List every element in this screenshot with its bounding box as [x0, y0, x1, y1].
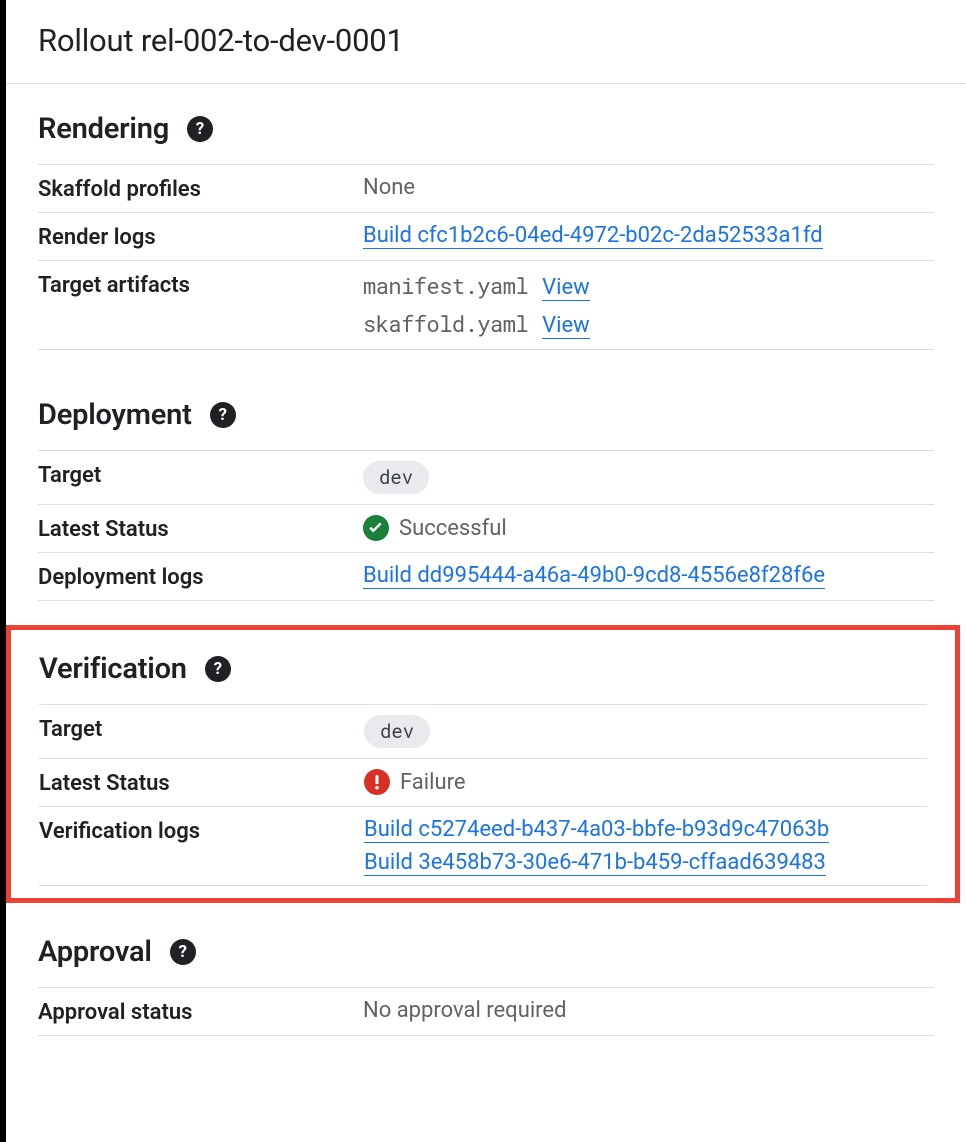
deployment-logs-link[interactable]: Build dd995444-a46a-49b0-9cd8-4556e8f28f… [363, 563, 825, 589]
verification-log-link[interactable]: Build 3e458b73-30e6-471b-b459-cffaad6394… [364, 850, 826, 876]
artifact-filename: manifest.yaml [363, 271, 528, 300]
deployment-status-label: Latest Status [38, 515, 363, 542]
artifact-row: skaffold.yaml View [363, 309, 934, 339]
error-circle-icon [364, 769, 390, 795]
section-verification-highlight: Verification ? Target dev Latest Status … [6, 625, 960, 903]
section-deployment: Deployment ? Target dev Latest Status Su… [6, 370, 966, 621]
artifact-row: manifest.yaml View [363, 271, 934, 301]
verification-status-value: Failure [400, 770, 466, 795]
artifact-filename: skaffold.yaml [363, 309, 528, 338]
help-icon[interactable]: ? [210, 402, 236, 428]
deployment-status-value: Successful [399, 516, 507, 541]
artifact-view-link[interactable]: View [542, 313, 590, 339]
deployment-target-label: Target [38, 461, 363, 488]
help-icon[interactable]: ? [205, 656, 231, 682]
skaffold-profiles-value: None [363, 175, 934, 200]
verification-title: Verification [39, 652, 187, 686]
section-approval: Approval ? Approval status No approval r… [6, 907, 966, 1056]
check-circle-icon [363, 515, 389, 541]
verification-log-link[interactable]: Build c5274eed-b437-4a03-bbfe-b93d9c4706… [364, 817, 829, 843]
verification-logs-label: Verification logs [39, 817, 364, 844]
deployment-target-chip: dev [363, 461, 429, 494]
help-icon[interactable]: ? [187, 116, 213, 142]
rendering-title: Rendering [38, 112, 169, 146]
approval-status-label: Approval status [38, 998, 363, 1025]
page-title: Rollout rel-002-to-dev-0001 [6, 0, 966, 84]
approval-status-value: No approval required [363, 998, 934, 1023]
section-rendering: Rendering ? Skaffold profiles None Rende… [6, 84, 966, 370]
render-logs-label: Render logs [38, 223, 363, 250]
help-icon[interactable]: ? [170, 939, 196, 965]
verification-target-chip: dev [364, 715, 430, 748]
target-artifacts-label: Target artifacts [38, 271, 363, 298]
deployment-title: Deployment [38, 398, 192, 432]
verification-target-label: Target [39, 715, 364, 742]
render-logs-link[interactable]: Build cfc1b2c6-04ed-4972-b02c-2da52533a1… [363, 223, 823, 249]
deployment-logs-label: Deployment logs [38, 563, 363, 590]
approval-title: Approval [38, 935, 152, 969]
verification-status-label: Latest Status [39, 769, 364, 796]
skaffold-profiles-label: Skaffold profiles [38, 175, 363, 202]
artifact-view-link[interactable]: View [542, 275, 590, 301]
